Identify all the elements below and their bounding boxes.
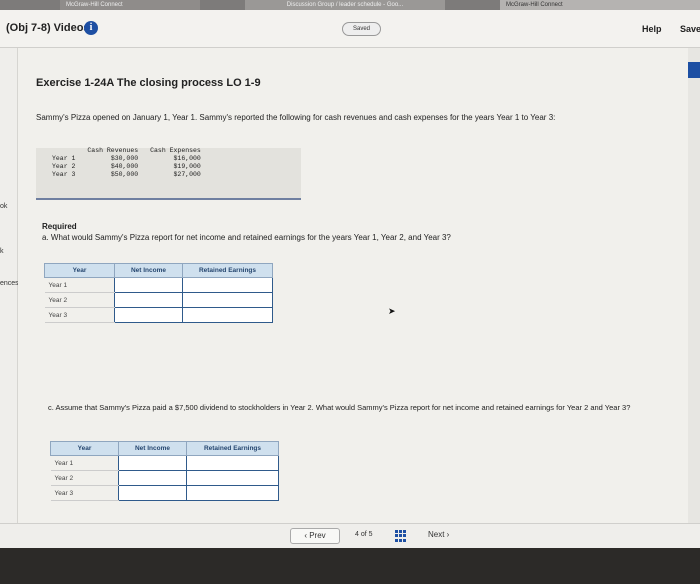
app-header: (Obj 7-8) Videos i Saved Help Save xyxy=(0,10,700,48)
column-header: Cash Revenues xyxy=(87,147,139,154)
breadcrumb[interactable]: (Obj 7-8) Videos xyxy=(6,22,90,34)
row-label: Year 3 xyxy=(50,485,119,501)
cash-revenue-value: $40,000 xyxy=(110,163,139,170)
row-label: Year 1 xyxy=(50,455,119,471)
table-row: Year 2 xyxy=(44,292,273,308)
sidebar-mark: ok xyxy=(0,203,8,210)
column-header: Net Income xyxy=(118,441,187,456)
grid-view-icon[interactable] xyxy=(395,530,407,542)
saved-status-badge: Saved xyxy=(342,22,382,36)
browser-tab[interactable]: McGraw-Hill Connect xyxy=(500,0,700,10)
browser-tab[interactable]: McGraw-Hill Connect xyxy=(60,0,200,10)
table-row: Year 1 $30,000 $16,000 xyxy=(46,155,207,163)
column-header: Cash Expenses xyxy=(150,147,201,154)
row-label: Year 2 xyxy=(52,163,76,170)
table-row: Year 3 $50,000 $27,000 xyxy=(46,171,207,179)
net-income-input[interactable] xyxy=(114,277,183,293)
table-row: Year 3 xyxy=(50,485,279,501)
chevron-right-icon: › xyxy=(444,530,450,539)
cash-expense-value: $16,000 xyxy=(173,155,201,162)
monitor-bezel xyxy=(0,548,700,584)
sidebar-mark: ences xyxy=(0,280,19,287)
sidebar-mark: k xyxy=(0,248,4,255)
given-data-table: Cash Revenues Cash Expenses Year 1 $30,0… xyxy=(46,147,207,179)
retained-earnings-input[interactable] xyxy=(186,455,279,471)
question-panel: Exercise 1-24A The closing process LO 1-… xyxy=(18,48,688,523)
bottom-navigation: ‹ Prev 4 of 5 Next › xyxy=(0,523,700,548)
prev-button[interactable]: ‹ Prev xyxy=(290,528,340,544)
page-of: of xyxy=(360,531,367,538)
net-income-input[interactable] xyxy=(118,470,187,486)
browser-tab[interactable]: Discussion Group / leader schedule - Goo… xyxy=(245,0,445,10)
info-icon[interactable]: i xyxy=(84,21,98,35)
next-button[interactable]: Next › xyxy=(428,528,484,544)
net-income-input[interactable] xyxy=(114,292,183,308)
row-label: Year 2 xyxy=(44,292,115,308)
save-exit-link[interactable]: Save xyxy=(680,24,700,34)
retained-earnings-input[interactable] xyxy=(186,470,279,486)
question-a: a. What would Sammy's Pizza report for n… xyxy=(42,233,451,242)
net-income-input[interactable] xyxy=(114,307,183,323)
answer-table-a: Year Net Income Retained Earnings Year 1… xyxy=(44,263,273,323)
column-header: Year xyxy=(50,441,119,456)
row-label: Year 1 xyxy=(44,277,115,293)
next-label: Next xyxy=(428,530,445,539)
table-row: Year 1 xyxy=(44,277,273,293)
page-current: 4 xyxy=(355,531,359,538)
cash-expense-value: $27,000 xyxy=(173,171,201,178)
table-row: Year 2 $40,000 $19,000 xyxy=(46,163,207,171)
column-header: Retained Earnings xyxy=(186,441,279,456)
column-header: Retained Earnings xyxy=(182,263,273,278)
retained-earnings-input[interactable] xyxy=(182,277,273,293)
cash-revenue-value: $30,000 xyxy=(110,155,139,162)
exercise-intro: Sammy's Pizza opened on January 1, Year … xyxy=(36,113,556,122)
retained-earnings-input[interactable] xyxy=(182,307,273,323)
row-label: Year 3 xyxy=(44,307,115,323)
browser-tab-strip: McGraw-Hill Connect Discussion Group / l… xyxy=(0,0,700,10)
retained-earnings-input[interactable] xyxy=(186,485,279,501)
prev-label: Prev xyxy=(309,531,326,540)
question-c: c. Assume that Sammy's Pizza paid a $7,5… xyxy=(48,403,631,412)
side-panel-tab[interactable] xyxy=(688,62,700,78)
row-label: Year 3 xyxy=(52,171,76,178)
cash-revenue-value: $50,000 xyxy=(110,171,139,178)
table-row: Year 3 xyxy=(44,307,273,323)
column-header: Net Income xyxy=(114,263,183,278)
cash-expense-value: $19,000 xyxy=(173,163,201,170)
column-header: Year xyxy=(44,263,115,278)
net-income-input[interactable] xyxy=(118,485,187,501)
answer-table-c: Year Net Income Retained Earnings Year 1… xyxy=(50,441,279,501)
required-heading: Required xyxy=(42,222,77,231)
page-total: 5 xyxy=(368,531,373,538)
left-sidebar: ok k ences xyxy=(0,48,19,523)
table-row: Year 2 xyxy=(50,470,279,486)
page-indicator: 4 of 5 xyxy=(355,531,373,538)
exercise-title: Exercise 1-24A The closing process LO 1-… xyxy=(36,77,261,89)
row-label: Year 1 xyxy=(52,155,76,162)
help-link[interactable]: Help xyxy=(642,24,662,34)
retained-earnings-input[interactable] xyxy=(182,292,273,308)
net-income-input[interactable] xyxy=(118,455,187,471)
row-label: Year 2 xyxy=(50,470,119,486)
table-row: Year 1 xyxy=(50,455,279,471)
mouse-cursor-icon: ➤ xyxy=(388,306,396,316)
